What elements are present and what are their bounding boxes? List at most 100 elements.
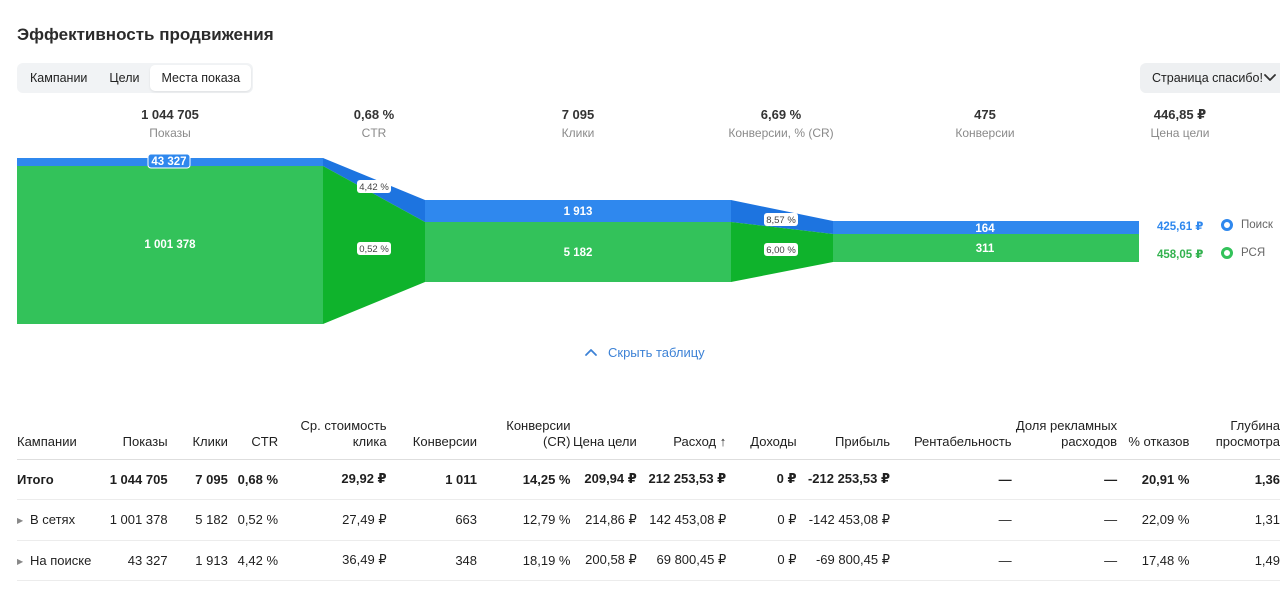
table-cell: -142 453,08 ₽ xyxy=(796,499,890,541)
legend-rsya-label: РСЯ xyxy=(1241,247,1266,259)
table-cell: 142 453,08 ₽ xyxy=(636,499,727,541)
col-bounce-rate[interactable]: % отказов xyxy=(1117,396,1189,459)
table-cell: 14,25 % xyxy=(477,459,571,500)
tab-campaigns[interactable]: Кампании xyxy=(19,65,98,91)
table-cell: 0 ₽ xyxy=(726,540,797,581)
table-row: ▶ В сетях 1 001 378 5 182 0,52 % 27,49 ₽ … xyxy=(17,499,1280,541)
metric-value: 6,69 % xyxy=(760,107,802,122)
metric-value: 0,68 % xyxy=(353,107,395,122)
table-cell: — xyxy=(890,540,1012,581)
rsya-ctr-label: 0,52 % xyxy=(359,244,389,255)
table-cell: 0 ₽ xyxy=(726,459,797,500)
table-cell: 1 044 705 xyxy=(109,459,168,500)
table-cell: — xyxy=(890,459,1012,500)
table-cell: 1 011 xyxy=(386,459,478,500)
metric-conversions: 475 Конверсии xyxy=(895,107,1075,141)
view-tabs: Кампании Цели Места показа xyxy=(17,63,254,93)
table-cell: 5 182 xyxy=(167,499,228,541)
table-cell: 20,91 % xyxy=(1117,459,1190,500)
metric-label: Показы xyxy=(149,126,191,140)
search-dot-icon xyxy=(1221,219,1233,231)
tab-placements[interactable]: Места показа xyxy=(150,65,252,91)
metric-label: Конверсии xyxy=(955,126,1015,140)
rsya-dot-icon xyxy=(1221,247,1233,259)
table-cell: 209,94 ₽ xyxy=(570,459,637,500)
table-cell: 0 ₽ xyxy=(726,499,797,541)
search-goal-price: 425,61 ₽ xyxy=(1157,221,1204,233)
table-cell: 17,48 % xyxy=(1117,540,1190,581)
metric-label: CTR xyxy=(361,126,387,140)
metric-value: 475 xyxy=(974,107,996,122)
col-profitability[interactable]: Рентабельность xyxy=(890,396,1012,459)
table-cell: 43 327 xyxy=(109,540,168,581)
search-shows-label: 43 327 xyxy=(151,156,186,168)
table-cell: 0,68 % xyxy=(227,459,279,500)
table-cell: 1 001 378 xyxy=(109,499,168,541)
table-cell: Итого xyxy=(17,459,110,500)
tab-goals[interactable]: Цели xyxy=(98,65,150,91)
col-cr[interactable]: Конверсии (CR) xyxy=(477,396,570,459)
col-clicks[interactable]: Клики xyxy=(168,396,227,459)
table-cell: — xyxy=(1011,540,1118,581)
col-ad-cost-share[interactable]: Доля рекламных расходов xyxy=(1012,396,1117,459)
table-cell: 29,92 ₽ xyxy=(278,459,387,500)
table-cell: — xyxy=(1011,459,1118,500)
table-cell: — xyxy=(890,499,1012,541)
search-clicks-label: 1 913 xyxy=(564,206,593,218)
row-name: На поиске xyxy=(30,552,92,568)
table-cell: 18,19 % xyxy=(477,540,571,581)
metric-value: 7 095 xyxy=(561,107,595,122)
search-conversions-label: 164 xyxy=(975,223,995,235)
table-cell: 4,42 % xyxy=(227,540,279,581)
metric-shows: 1 044 705 Показы xyxy=(80,107,260,141)
col-avg-cpc[interactable]: Ср. стоимость клика xyxy=(278,396,387,459)
metric-value: 1 044 705 xyxy=(141,107,199,122)
col-goal-price[interactable]: Цена цели xyxy=(570,396,637,459)
expand-arrow-icon[interactable]: ▶ xyxy=(17,516,30,525)
table-cell: 214,86 ₽ xyxy=(570,499,637,541)
search-cr-label: 8,57 % xyxy=(766,215,796,226)
rsya-shows-label: 1 001 378 xyxy=(144,239,196,251)
table-row-total: Итого 1 044 705 7 095 0,68 % 29,92 ₽ 1 0… xyxy=(17,459,1280,500)
table-cell: 69 800,45 ₽ xyxy=(636,540,727,581)
chevron-down-icon xyxy=(1264,74,1276,81)
legend-rsya[interactable]: РСЯ xyxy=(1221,247,1265,259)
metric-label: Клики xyxy=(561,126,595,140)
table-cell: 663 xyxy=(386,499,478,541)
col-income[interactable]: Доходы xyxy=(726,396,796,459)
rsya-conversions-label: 311 xyxy=(976,243,995,255)
table-cell: 1,31 xyxy=(1189,499,1280,541)
table-cell: 212 253,53 ₽ xyxy=(636,459,727,500)
chevron-up-icon xyxy=(585,348,597,356)
hide-table-button[interactable]: Скрыть таблицу xyxy=(584,345,705,360)
hide-table-label: Скрыть таблицу xyxy=(608,345,705,360)
metric-value: 446,85 ₽ xyxy=(1153,107,1207,122)
col-conversions[interactable]: Конверсии xyxy=(387,396,477,459)
table-cell: 22,09 % xyxy=(1117,499,1190,541)
table-cell: 1,36 xyxy=(1189,459,1280,500)
legend-search-label: Поиск xyxy=(1241,219,1273,231)
table-cell-name[interactable]: ▶ В сетях xyxy=(17,499,110,541)
col-shows[interactable]: Показы xyxy=(109,396,168,459)
col-profit[interactable]: Прибыль xyxy=(797,396,890,459)
table-cell: 27,49 ₽ xyxy=(278,499,387,541)
col-ctr[interactable]: CTR xyxy=(228,396,278,459)
legend-search[interactable]: Поиск xyxy=(1221,219,1273,231)
table-cell: 0,52 % xyxy=(227,499,279,541)
col-page-depth[interactable]: Глубина просмотра xyxy=(1189,396,1280,459)
rsya-clicks-label: 5 182 xyxy=(564,247,593,259)
goal-select[interactable]: Страница спасибо! xyxy=(1140,63,1280,93)
page-title: Эффективность продвижения xyxy=(17,25,274,44)
table-cell: -69 800,45 ₽ xyxy=(796,540,890,581)
col-spend[interactable]: Расход ↑ xyxy=(637,396,726,459)
table-row: ▶ На поиске 43 327 1 913 4,42 % 36,49 ₽ 3… xyxy=(17,540,1280,581)
table-cell: 7 095 xyxy=(167,459,228,500)
table-header-row: Кампании Показы Клики CTR Ср. стоимость … xyxy=(17,396,1280,459)
table-cell-name[interactable]: ▶ На поиске xyxy=(17,540,110,581)
funnel-chart: 43 327 1 001 378 4,42 % 0,52 % 1 913 5 1… xyxy=(17,153,1139,324)
table-cell: — xyxy=(1011,499,1118,541)
col-campaigns[interactable]: Кампании xyxy=(17,396,109,459)
expand-arrow-icon[interactable]: ▶ xyxy=(17,557,30,566)
table-cell: 36,49 ₽ xyxy=(278,540,387,581)
table-cell: -212 253,53 ₽ xyxy=(796,459,890,500)
